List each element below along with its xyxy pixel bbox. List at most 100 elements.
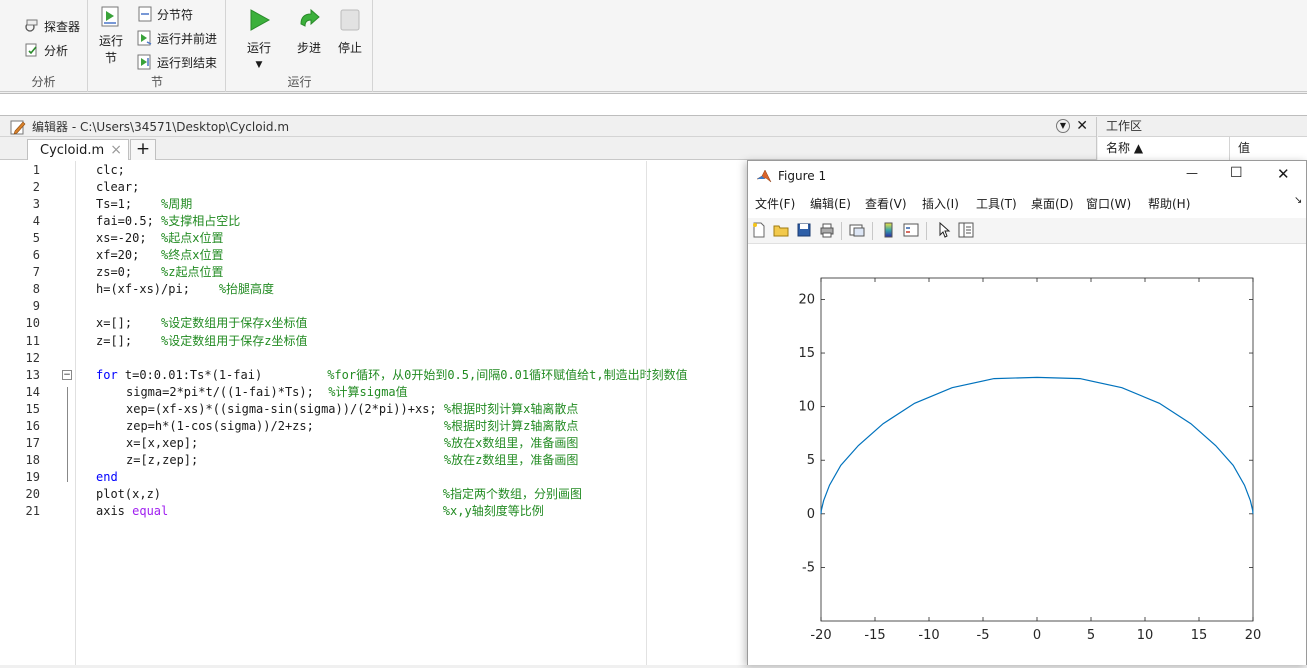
stop-icon [338,8,362,32]
fold-toggle-icon[interactable]: − [62,369,72,380]
code-line[interactable]: z=[z,zep]; %放在z数组里，准备画图 [126,452,578,469]
x-tick-label: 15 [1191,628,1208,643]
code-comment: %根据时刻计算z轴离散点 [443,418,579,433]
open-file-icon[interactable] [773,222,789,238]
run-and-advance-button[interactable]: 运行并前进 [137,28,217,48]
y-tick-label: 0 [807,507,815,522]
code-line[interactable]: Ts=1; %周期 [96,196,192,213]
save-icon[interactable] [796,222,812,238]
code-line[interactable]: h=(xf-xs)/pi; %抬腿高度 [96,281,274,298]
x-tick-label: -10 [918,628,939,643]
line-number: 18 [25,452,40,467]
run-to-end-button[interactable]: 运行到结束 [137,52,217,72]
code-line[interactable]: for t=0:0.01:Ts*(1-fai) %for循环，从0开始到0.5,… [96,367,688,384]
section-group: 运行 节 分节符 运行并前进 运行到结束 节 [89,0,226,92]
menu-edit[interactable]: 编辑(E) [810,195,851,212]
code-token: clear; [96,180,140,195]
plot-axes[interactable]: -20 -15 -10 -5 0 5 10 15 20 -5 0 5 10 15 20 [748,245,1306,665]
pointer-icon[interactable] [936,221,952,238]
run-section-button[interactable]: 运行 节 [95,6,127,67]
print-margin-line [646,161,647,665]
code-line[interactable]: zep=h*(1-cos(sigma))/2+zs; %根据时刻计算z轴离散点 [126,418,578,435]
code-line[interactable]: clc; [96,162,125,179]
close-button[interactable]: ✕ [1277,165,1290,183]
menu-help[interactable]: 帮助(H) [1148,195,1190,212]
code-line[interactable]: zs=0; %z起点位置 [96,264,223,281]
y-tick-label: 10 [798,400,815,415]
editor-title: 编辑器 - C:\Users\34571\Desktop\Cycloid.m [32,120,290,134]
menu-insert[interactable]: 插入(I) [922,195,959,212]
code-token: plot(x,z) [96,486,443,501]
legend-icon[interactable] [903,222,919,238]
code-line[interactable]: xep=(xf-xs)*((sigma-sin(sigma))/(2*pi))+… [126,401,578,418]
step-button[interactable]: 步进 [291,8,327,57]
code-line[interactable]: end [96,469,118,486]
editor-close-icon[interactable]: ✕ [1076,118,1088,134]
code-comment: %x,y轴刻度等比例 [442,504,544,518]
code-comment: %for循环，从0开始到0.5,间隔0.01循环赋值给t,制造出时刻数值 [327,367,688,382]
menu-desktop[interactable]: 桌面(D) [1031,195,1074,212]
line-number: 14 [25,384,40,399]
tab-close-icon[interactable]: × [110,142,122,158]
figure-canvas[interactable]: -20 -15 -10 -5 0 5 10 15 20 -5 0 5 10 15 20 [748,245,1306,665]
code-line[interactable]: xs=-20; %起点x位置 [96,230,223,247]
add-tab-button[interactable]: + [130,139,156,160]
menu-view[interactable]: 查看(V) [865,195,907,212]
toolstrip: 探查器 分析 分析 运行 节 分节符 运行并前进 运行到结束 节 运行 ▼ 步进… [0,0,1307,92]
tab-cycloid[interactable]: Cycloid.m × [27,139,129,160]
figure-toolbar [748,218,1306,244]
minimize-button[interactable]: — [1186,166,1198,180]
analysis-group-label: 分析 [31,75,56,89]
run-and-advance-label: 运行并前进 [157,31,218,46]
run-group: 运行 ▼ 步进 停止 运行 [227,0,373,92]
explorer-button[interactable]: 探查器 [24,16,80,36]
menu-tools[interactable]: 工具(T) [976,195,1017,212]
run-icon [247,8,271,32]
y-tick-label: 5 [807,453,815,468]
code-keyword: for [96,367,118,382]
run-section-label-1: 运行 [98,34,123,48]
figure-title: Figure 1 [778,169,827,183]
tab-label: Cycloid.m [40,142,105,158]
print-icon[interactable] [819,222,835,238]
maximize-button[interactable]: ☐ [1230,165,1243,181]
analyze-button[interactable]: 分析 [24,40,68,60]
new-figure-icon[interactable] [751,222,767,238]
property-editor-icon[interactable] [958,222,974,238]
link-plot-icon[interactable] [849,222,865,238]
run-dropdown-icon[interactable]: ▼ [241,57,277,74]
y-tick-label: 20 [798,292,815,307]
code-line[interactable]: fai=0.5; %支撑相占空比 [96,213,240,230]
code-line[interactable]: xf=20; %终点x位置 [96,247,223,264]
workspace-header: 名称 ▲ 值 [1098,137,1307,161]
line-number: 5 [32,231,40,246]
editor-options-icon[interactable]: ▼ [1056,119,1070,133]
code-line[interactable]: axis equal %x,y轴刻度等比例 [96,503,544,520]
workspace-col-name[interactable]: 名称 ▲ [1098,137,1230,160]
figure-titlebar[interactable]: Figure 1 — ☐ ✕ [748,161,1306,191]
code-line[interactable]: plot(x,z) %指定两个数组，分别画图 [96,486,582,503]
line-number: 6 [32,248,40,263]
code-line[interactable]: x=[x,xep]; %放在x数组里，准备画图 [126,435,578,452]
colorbar-icon[interactable] [881,222,897,238]
code-line[interactable]: x=[]; %设定数组用于保存x坐标值 [96,315,307,332]
code-token: zs=0; [96,265,162,280]
section-break-icon [137,6,153,22]
line-number: 8 [32,282,40,297]
code-comment: %计算sigma值 [328,384,408,399]
code-line[interactable]: clear; [96,179,139,196]
section-group-label: 节 [150,75,163,89]
workspace-col-value[interactable]: 值 [1230,137,1250,160]
menu-dock-icon[interactable]: ↘ [1294,195,1302,206]
toolbar-separator-3 [926,222,927,240]
section-break-button[interactable]: 分节符 [137,4,193,24]
line-number: 11 [25,333,40,348]
run-button[interactable]: 运行 ▼ [241,8,277,74]
menu-window[interactable]: 窗口(W) [1086,195,1131,212]
menu-file[interactable]: 文件(F) [755,195,795,212]
y-tick-label: 15 [798,346,815,361]
code-line[interactable]: z=[]; %设定数组用于保存z坐标值 [96,333,307,350]
line-number: 1 [32,163,40,177]
code-line[interactable]: sigma=2*pi*t/((1-fai)*Ts); %计算sigma值 [126,384,408,401]
stop-button[interactable]: 停止 [333,8,367,57]
